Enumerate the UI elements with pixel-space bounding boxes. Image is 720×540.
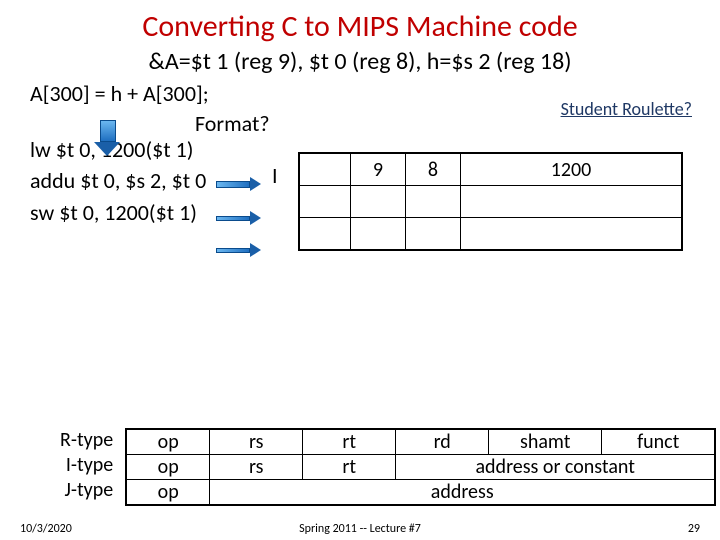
footer-page: 29 (688, 522, 700, 536)
cell-op (299, 153, 351, 186)
cell-rt (406, 218, 461, 251)
cell-imm (461, 218, 683, 251)
cell-rt (406, 186, 461, 218)
table-row (299, 218, 682, 251)
format-label-i: I-type (60, 453, 113, 478)
cell-op (299, 218, 351, 251)
footer-date: 10/3/2020 (20, 522, 72, 536)
table-row: op rs rt rd shamt funct (126, 429, 715, 455)
format-label-j: J-type (60, 478, 113, 503)
slide-title: Converting C to MIPS Machine code (0, 0, 720, 45)
cell: op (126, 429, 210, 455)
table-row: op rs rt address or constant (126, 455, 715, 480)
cell-rs (351, 218, 406, 251)
format-letter-1: I (272, 162, 278, 189)
cell: op (126, 480, 210, 506)
cell-rs: 9 (351, 153, 406, 186)
cell-imm (461, 186, 683, 218)
arrow-down-icon (100, 120, 120, 156)
cell: address or constant (396, 455, 716, 480)
cell-rs (351, 186, 406, 218)
cell: rt (303, 455, 396, 480)
table-row (299, 186, 682, 218)
cell-op (299, 186, 351, 218)
cell: rt (303, 429, 396, 455)
table-row: 9 8 1200 (299, 153, 682, 186)
cell: rd (396, 429, 489, 455)
cell-rt: 8 (406, 153, 461, 186)
cell: address (210, 480, 716, 506)
slide-subtitle: &A=$t 1 (reg 9), $t 0 (reg 8), h=$s 2 (r… (0, 47, 720, 76)
cell-imm: 1200 (461, 153, 683, 186)
format-layout-table: op rs rt rd shamt funct op rs rt address… (125, 428, 716, 506)
arrow-right-icon (216, 240, 261, 259)
cell: rs (210, 429, 303, 455)
format-label: Format? (195, 110, 270, 137)
format-label-r: R-type (60, 428, 113, 453)
encoding-table: 9 8 1200 (298, 152, 683, 251)
arrow-right-icon (216, 174, 261, 193)
cell: rs (210, 455, 303, 480)
footer-lecture: Spring 2011 -- Lecture #7 (299, 522, 421, 536)
cell: funct (602, 429, 716, 455)
student-roulette-link[interactable]: Student Roulette? (561, 98, 692, 120)
cell: op (126, 455, 210, 480)
arrow-right-icon (216, 208, 261, 227)
cell: shamt (489, 429, 602, 455)
format-table-wrap: R-type I-type J-type op rs rt rd shamt f… (60, 428, 716, 506)
table-row: op address (126, 480, 715, 506)
